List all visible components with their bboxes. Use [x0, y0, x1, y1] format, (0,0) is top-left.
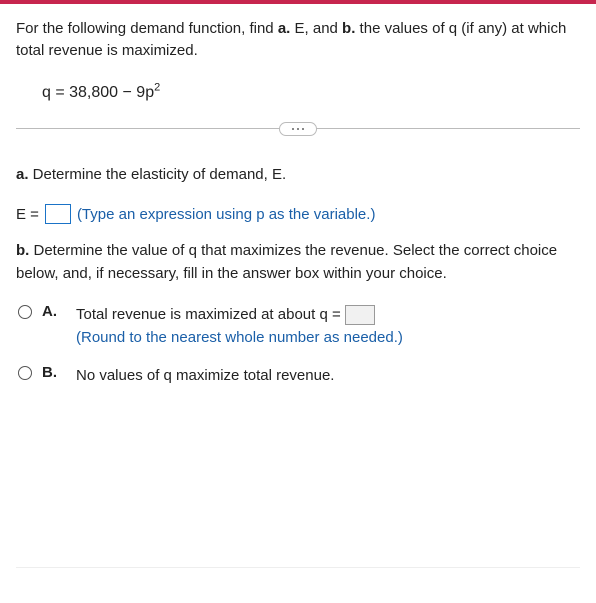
expand-pill[interactable] [279, 122, 317, 136]
radio-b[interactable] [18, 366, 32, 380]
e-equals: E = [16, 206, 39, 223]
elasticity-input[interactable] [45, 204, 71, 224]
demand-equation: q = 38,800 − 9p2 [42, 84, 580, 102]
question-intro: For the following demand function, find … [16, 18, 580, 62]
choice-a-body: Total revenue is maximized at about q = … [76, 303, 403, 350]
part-a: a. Determine the elasticity of demand, E… [16, 164, 580, 187]
radio-a[interactable] [18, 305, 32, 319]
dot-icon [302, 128, 304, 130]
dot-icon [297, 128, 299, 130]
content-area: For the following demand function, find … [0, 4, 596, 584]
equation-exponent: 2 [154, 81, 160, 93]
choice-a-text-before: Total revenue is maximized at about q = [76, 303, 341, 326]
intro-mid1: E, and [290, 20, 342, 37]
part-b-label: b. [16, 242, 29, 259]
dot-icon [292, 128, 294, 130]
intro-bold-b: b. [342, 20, 355, 37]
q-value-input[interactable] [345, 305, 375, 325]
part-a-text: Determine the elasticity of demand, E. [29, 166, 287, 183]
choice-b: B. No values of q maximize total revenue… [18, 364, 580, 387]
footer-divider [16, 567, 580, 568]
intro-prefix: For the following demand function, find [16, 20, 278, 37]
part-a-label: a. [16, 166, 29, 183]
choices-group: A. Total revenue is maximized at about q… [16, 303, 580, 387]
choice-b-label: B. [42, 364, 60, 381]
choice-b-text: No values of q maximize total revenue. [76, 364, 334, 387]
part-a-answer-line: E = (Type an expression using p as the v… [16, 204, 580, 224]
choice-a-label: A. [42, 303, 60, 320]
part-b: b. Determine the value of q that maximiz… [16, 240, 580, 285]
choice-a-hint: (Round to the nearest whole number as ne… [76, 329, 403, 346]
equation-body: q = 38,800 − 9p [42, 84, 154, 101]
part-a-hint: (Type an expression using p as the varia… [77, 206, 376, 223]
choice-a: A. Total revenue is maximized at about q… [18, 303, 580, 350]
section-divider [16, 122, 580, 136]
intro-bold-a: a. [278, 20, 291, 37]
part-b-text: Determine the value of q that maximizes … [16, 242, 557, 282]
